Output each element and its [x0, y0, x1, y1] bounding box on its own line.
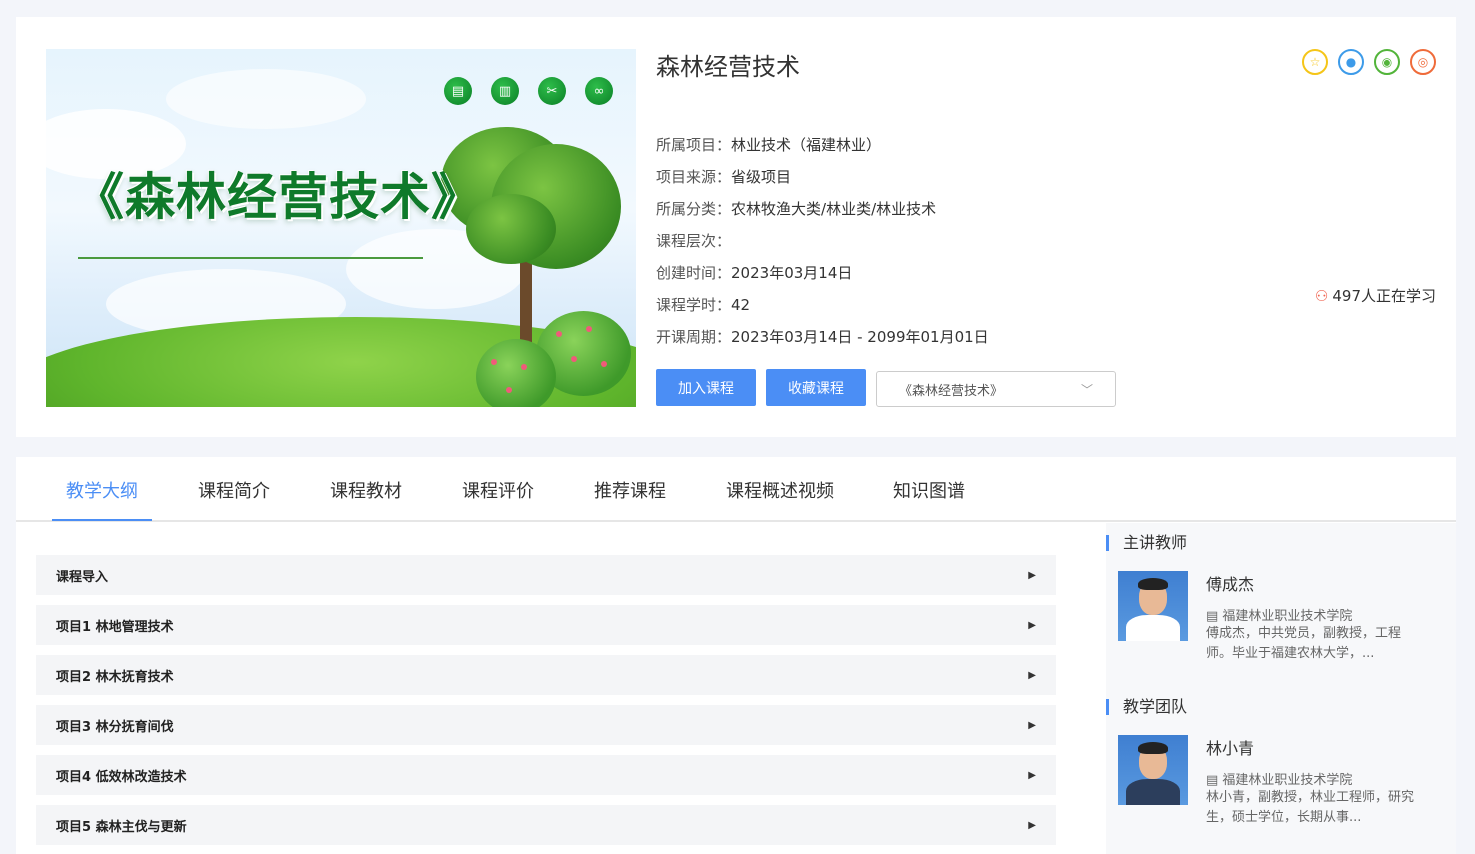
users-icon: ⚇	[1314, 287, 1329, 305]
teacher-avatar[interactable]	[1118, 571, 1188, 641]
caret-right-icon: ▶	[1028, 619, 1036, 631]
syllabus-item[interactable]: 项目1 林地管理技术 ▶	[36, 605, 1056, 645]
tab-review[interactable]: 课程评价	[462, 477, 534, 503]
lead-teacher-heading: 主讲教师	[1106, 535, 1187, 551]
tab-intro[interactable]: 课程简介	[198, 477, 270, 503]
course-title: 森林经营技术	[656, 53, 800, 81]
banner-icons: ▤ ▥ ✂ ∞	[444, 77, 613, 105]
caret-right-icon: ▶	[1028, 819, 1036, 831]
caret-right-icon: ▶	[1028, 769, 1036, 781]
tab-knowledge-graph[interactable]: 知识图谱	[893, 477, 965, 503]
caret-right-icon: ▶	[1028, 669, 1036, 681]
building-icon: ▤	[1206, 609, 1223, 624]
info-level: 课程层次：	[656, 232, 732, 250]
caret-right-icon: ▶	[1028, 719, 1036, 731]
qq-icon[interactable]: ●	[1338, 49, 1364, 75]
tab-syllabus[interactable]: 教学大纲	[66, 477, 138, 503]
syllabus-item[interactable]: 项目3 林分抚育间伐 ▶	[36, 705, 1056, 745]
share-icons: ☆ ● ◉ ◎	[1302, 49, 1436, 75]
course-header-card: 《森林经营技术》 ▤ ▥ ✂ ∞ 森林经营技术 ☆ ● ◉ ◎ 所属项目：林业技…	[16, 17, 1456, 437]
tab-bar: 教学大纲 课程简介 课程教材 课程评价 推荐课程 课程概述视频 知识图谱	[16, 457, 1456, 522]
info-created: 创建时间：2023年03月14日	[656, 264, 853, 282]
teacher-name[interactable]: 傅成杰	[1206, 571, 1254, 595]
weibo-icon[interactable]: ◎	[1410, 49, 1436, 75]
course-content-card: 教学大纲 课程简介 课程教材 课程评价 推荐课程 课程概述视频 知识图谱 课程导…	[16, 457, 1456, 854]
info-source: 项目来源：省级项目	[656, 168, 792, 186]
teacher-avatar[interactable]	[1118, 735, 1188, 805]
favorite-course-button[interactable]: 收藏课程	[766, 369, 866, 406]
cloud	[166, 69, 366, 129]
teacher-school: ▤ 福建林业职业技术学院	[1206, 773, 1353, 788]
learner-count: ⚇ 497人正在学习	[1314, 287, 1436, 305]
building-icon: ▤	[1206, 773, 1223, 788]
teacher-school: ▤ 福建林业职业技术学院	[1206, 609, 1353, 624]
teacher-desc: 林小青，副教授，林业工程师，研究生，硕士学位，长期从事...	[1206, 790, 1415, 825]
active-tab-indicator	[52, 519, 152, 521]
tab-recommended[interactable]: 推荐课程	[594, 477, 666, 503]
resource-icon: ▤	[444, 77, 472, 105]
teacher-name[interactable]: 林小青	[1206, 735, 1254, 759]
syllabus-item[interactable]: 项目5 森林主伐与更新 ▶	[36, 805, 1056, 845]
info-period: 开课周期：2023年03月14日 - 2099年01月01日	[656, 328, 989, 346]
team-heading: 教学团队	[1106, 699, 1187, 715]
syllabus-item[interactable]: 课程导入 ▶	[36, 555, 1056, 595]
info-hours: 课程学时：42	[656, 296, 751, 314]
info-category: 所属分类：农林牧渔大类/林业类/林业技术	[656, 200, 937, 218]
teacher-desc: 傅成杰，中共党员，副教授，工程师。毕业于福建农林大学，...	[1206, 626, 1402, 661]
course-info: 所属项目：林业技术（福建林业） 项目来源：省级项目 所属分类：农林牧渔大类/林业…	[656, 129, 989, 353]
syllabus-item[interactable]: 项目2 林木抚育技术 ▶	[36, 655, 1056, 695]
banner-divider	[78, 257, 423, 259]
course-select[interactable]: 《森林经营技术》 ﹀	[876, 371, 1116, 407]
flower-bush	[476, 339, 556, 407]
join-course-button[interactable]: 加入课程	[656, 369, 756, 406]
tab-textbook[interactable]: 课程教材	[330, 477, 402, 503]
favorite-star-icon[interactable]: ☆	[1302, 49, 1328, 75]
tab-overview-video[interactable]: 课程概述视频	[726, 477, 834, 503]
teacher-sidebar: 主讲教师 傅成杰 ▤ 福建林业职业技术学院 傅成杰，中共党员，副教授，工程师。毕…	[1106, 523, 1456, 854]
wechat-icon[interactable]: ◉	[1374, 49, 1400, 75]
info-project: 所属项目：林业技术（福建林业）	[656, 136, 882, 154]
chevron-down-icon: ﹀	[1080, 382, 1093, 397]
link-icon: ∞	[585, 77, 613, 105]
caret-right-icon: ▶	[1028, 569, 1036, 581]
tools-icon: ✂	[538, 77, 566, 105]
book-icon: ▥	[491, 77, 519, 105]
banner-title: 《森林经营技术》	[74, 168, 482, 226]
syllabus-item[interactable]: 项目4 低效林改造技术 ▶	[36, 755, 1056, 795]
course-banner: 《森林经营技术》 ▤ ▥ ✂ ∞	[46, 49, 636, 407]
